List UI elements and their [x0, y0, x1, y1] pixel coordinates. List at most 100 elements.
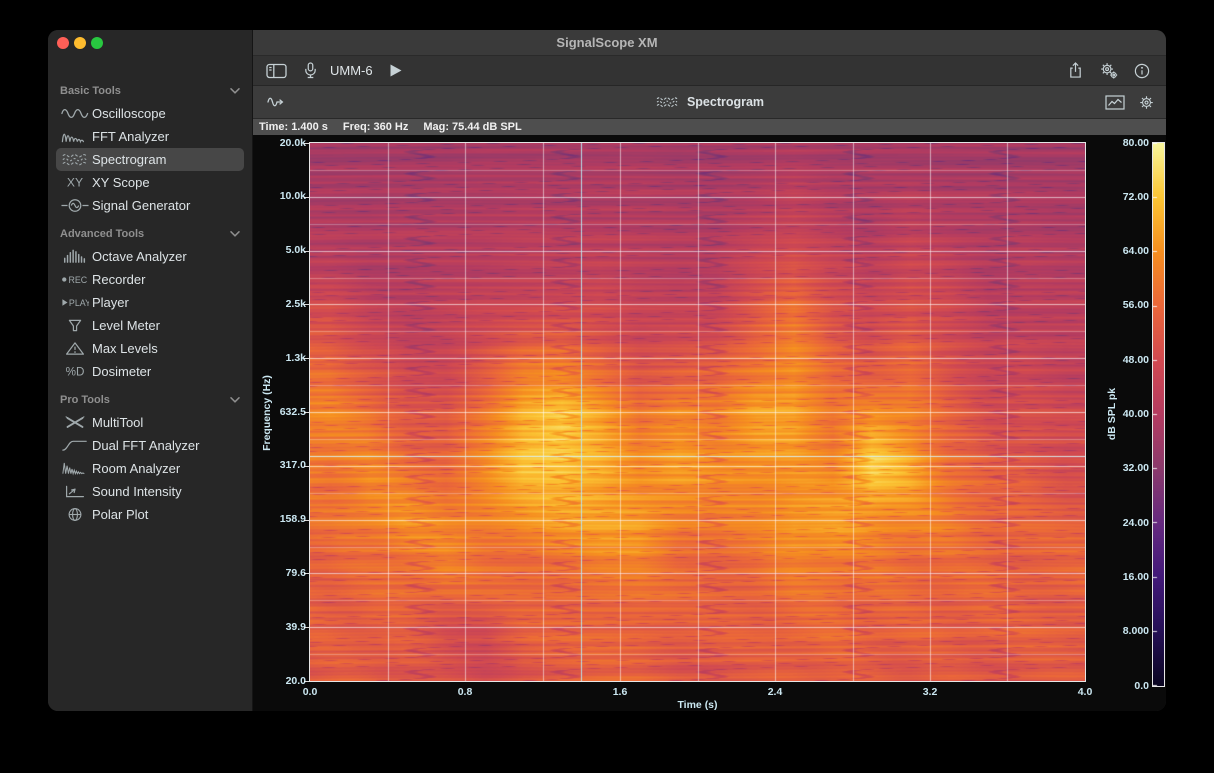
time-tick-label: 3.2: [900, 686, 960, 699]
polar-plot-icon: [60, 507, 90, 522]
octave-analyzer-icon: [60, 249, 90, 264]
svg-text:PLAY: PLAY: [69, 298, 89, 308]
cursor-mag-readout: Mag: 75.44 dB SPL: [423, 121, 521, 133]
window-controls: [48, 30, 252, 56]
db-tick-label: 0.0: [1095, 680, 1149, 693]
x-axis-label: Time (s): [310, 699, 1085, 711]
sidebar-item-xy-scope[interactable]: XYXY Scope: [56, 171, 244, 194]
microphone-icon[interactable]: [303, 62, 318, 79]
room-analyzer-icon: [60, 461, 90, 476]
spectrogram-icon: [655, 95, 679, 109]
freq-tick-label: 20.0k: [253, 137, 306, 150]
app-window: Basic Tools Oscilloscope FFT Analyzer Spect…: [48, 30, 1166, 711]
input-device-label: UMM-6: [330, 63, 373, 78]
desktop-background: Basic Tools Oscilloscope FFT Analyzer Spect…: [0, 0, 1214, 773]
sidebar-item-level-meter[interactable]: Level Meter: [56, 314, 244, 337]
db-tick-label: 8.000: [1095, 625, 1149, 638]
sidebar-sections: Basic Tools Oscilloscope FFT Analyzer Spect…: [48, 56, 252, 526]
db-tick-label: 16.00: [1095, 571, 1149, 584]
dual-fft-analyzer-icon: [60, 438, 90, 453]
sidebar-item-dual-fft-analyzer[interactable]: Dual FFT Analyzer: [56, 434, 244, 457]
sidebar-item-label: Room Analyzer: [92, 461, 180, 476]
tool-header: Spectrogram: [253, 86, 1166, 119]
sidebar-item-max-levels[interactable]: Max Levels: [56, 337, 244, 360]
freq-tick-label: 10.0k: [253, 190, 306, 203]
sidebar-item-sound-intensity[interactable]: Sound Intensity: [56, 480, 244, 503]
titlebar: [253, 30, 1166, 56]
sidebar-toggle-icon[interactable]: [266, 63, 287, 79]
share-icon[interactable]: [1068, 62, 1083, 79]
sidebar-item-label: Recorder: [92, 272, 145, 287]
recorder-icon: REC: [60, 272, 90, 287]
sidebar-item-recorder[interactable]: REC Recorder: [56, 268, 244, 291]
waveform-arrow-icon[interactable]: [267, 95, 285, 109]
section-header-label: Pro Tools: [60, 394, 110, 406]
sidebar-item-multitool[interactable]: MultiTool: [56, 411, 244, 434]
sidebar-item-label: Level Meter: [92, 318, 160, 333]
sidebar-item-label: Sound Intensity: [92, 484, 182, 499]
db-tick-label: 80.00: [1095, 137, 1149, 150]
close-button[interactable]: [57, 37, 69, 49]
sidebar-item-label: Dosimeter: [92, 364, 151, 379]
freq-tick-label: 79.6: [253, 567, 306, 580]
chevron-down-icon: [230, 88, 240, 94]
sidebar-item-fft-analyzer[interactable]: FFT Analyzer: [56, 125, 244, 148]
info-icon[interactable]: [1134, 63, 1150, 79]
fft-analyzer-icon: [60, 129, 90, 144]
colorbar-frame: [1152, 142, 1165, 687]
section-header-advanced-tools[interactable]: Advanced Tools: [48, 223, 252, 245]
multitool-icon: [60, 415, 90, 430]
chart-icon[interactable]: [1105, 95, 1125, 110]
sidebar-item-octave-analyzer[interactable]: Octave Analyzer: [56, 245, 244, 268]
sidebar-item-dosimeter[interactable]: %D Dosimeter: [56, 360, 244, 383]
sidebar-item-label: FFT Analyzer: [92, 129, 169, 144]
zoom-button[interactable]: [91, 37, 103, 49]
sidebar-item-label: Player: [92, 295, 129, 310]
dosimeter-icon: %D: [60, 364, 90, 379]
cursor-freq-readout: Freq: 360 Hz: [343, 121, 408, 133]
signal-generator-icon: [60, 198, 90, 213]
db-tick-label: 32.00: [1095, 462, 1149, 475]
spectrogram-canvas[interactable]: [310, 143, 1085, 681]
sidebar-item-oscilloscope[interactable]: Oscilloscope: [56, 102, 244, 125]
db-tick-label: 56.00: [1095, 299, 1149, 312]
play-button[interactable]: [389, 63, 403, 78]
freq-tick-label: 158.9: [253, 513, 306, 526]
svg-text:%D: %D: [66, 366, 85, 379]
svg-text:REC: REC: [68, 275, 87, 285]
section-header-basic-tools[interactable]: Basic Tools: [48, 80, 252, 102]
db-tick-label: 64.00: [1095, 245, 1149, 258]
sidebar-item-label: Dual FFT Analyzer: [92, 438, 199, 453]
gear-icon[interactable]: [1139, 95, 1154, 110]
minimize-button[interactable]: [74, 37, 86, 49]
toolbar: UMM-6: [253, 56, 1166, 86]
section-header-label: Basic Tools: [60, 85, 121, 97]
section-header-pro-tools[interactable]: Pro Tools: [48, 389, 252, 411]
oscilloscope-icon: [60, 106, 90, 121]
time-tick-label: 1.6: [590, 686, 650, 699]
sidebar-item-label: Signal Generator: [92, 198, 190, 213]
colorbar: [1153, 143, 1164, 686]
settings-gears-icon[interactable]: [1099, 62, 1118, 79]
tool-title: Spectrogram: [687, 95, 764, 109]
main-area: UMM-6 Spectrogram Time: 1.400 s Fr: [253, 56, 1166, 711]
player-icon: PLAY: [60, 295, 90, 310]
sidebar-item-label: Oscilloscope: [92, 106, 166, 121]
freq-tick-label: 2.5k: [253, 298, 306, 311]
sidebar-item-signal-generator[interactable]: Signal Generator: [56, 194, 244, 217]
sidebar-item-player[interactable]: PLAYPlayer: [56, 291, 244, 314]
sidebar-item-label: Octave Analyzer: [92, 249, 187, 264]
max-levels-icon: [60, 341, 90, 356]
freq-tick-label: 317.0: [253, 459, 306, 472]
sidebar-item-label: Spectrogram: [92, 152, 166, 167]
chevron-down-icon: [230, 231, 240, 237]
sidebar-item-spectrogram[interactable]: Spectrogram: [56, 148, 244, 171]
sidebar-item-label: MultiTool: [92, 415, 143, 430]
plot-region: Frequency (Hz) 20.0k10.0k5.0k2.5k1.3k632…: [253, 135, 1166, 711]
cursor-readout-bar: Time: 1.400 s Freq: 360 Hz Mag: 75.44 dB…: [253, 119, 1166, 135]
time-tick-label: 2.4: [745, 686, 805, 699]
freq-tick-label: 5.0k: [253, 244, 306, 257]
sidebar-item-polar-plot[interactable]: Polar Plot: [56, 503, 244, 526]
sidebar-item-room-analyzer[interactable]: Room Analyzer: [56, 457, 244, 480]
time-tick-label: 0.8: [435, 686, 495, 699]
